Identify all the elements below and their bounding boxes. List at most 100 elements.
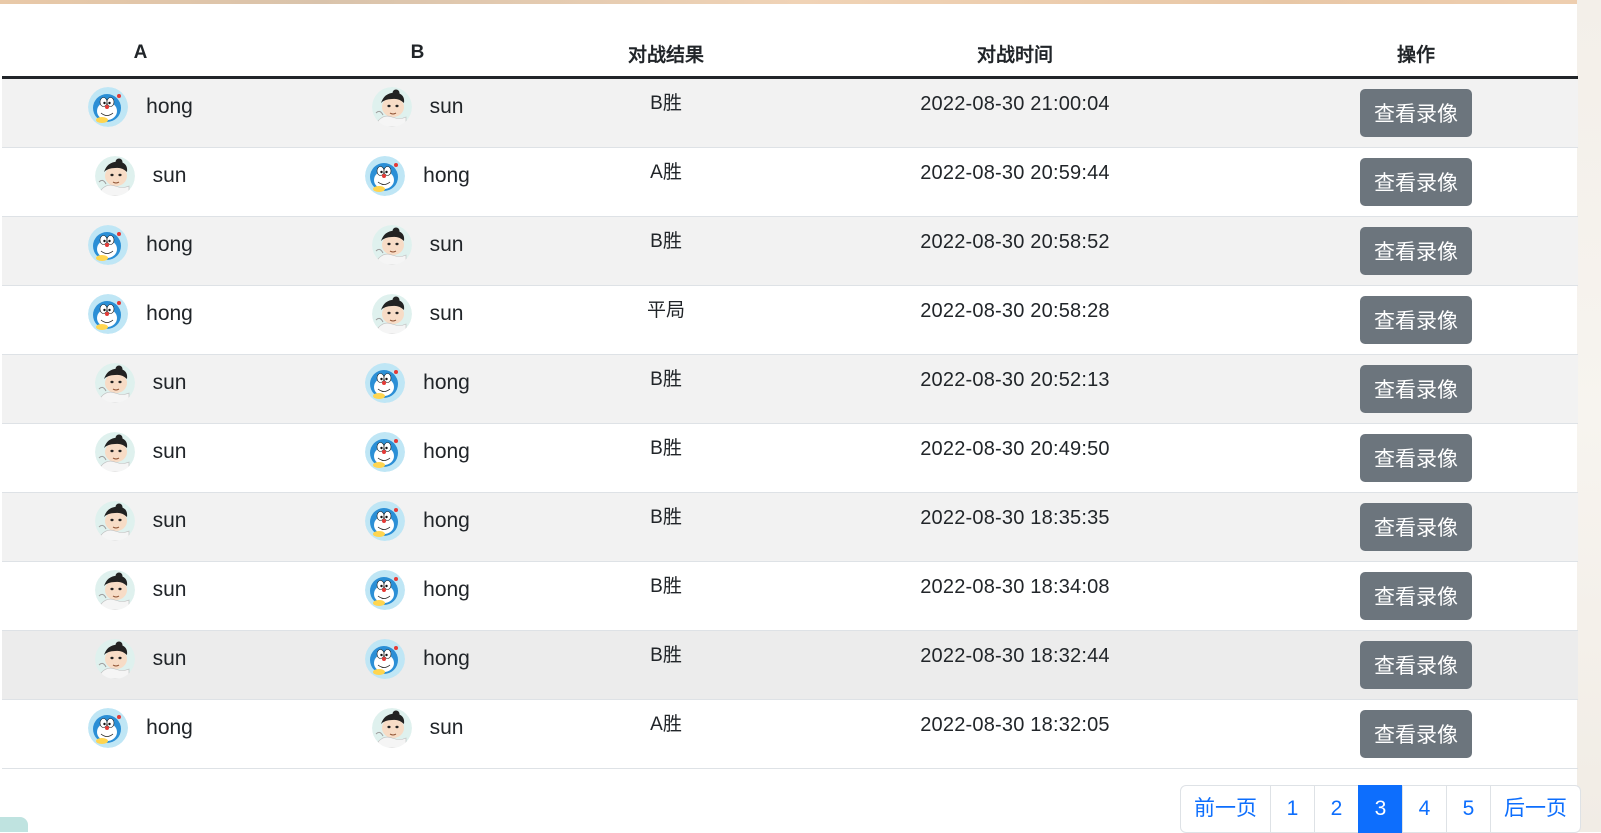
boy-avatar xyxy=(94,570,135,610)
player-a: sun xyxy=(2,639,279,679)
view-replay-button[interactable]: 查看录像 xyxy=(1360,365,1472,413)
view-replay-button[interactable]: 查看录像 xyxy=(1360,641,1472,689)
pagination: 前一页 1 2 3 4 5 后一页 xyxy=(1180,785,1581,833)
table-header-row: A B 对战结果 对战时间 操作 xyxy=(2,30,1578,79)
action-cell: 查看录像 xyxy=(1254,354,1578,424)
view-replay-button[interactable]: 查看录像 xyxy=(1360,710,1472,758)
table-row: hong sun B胜 2022-08-30 21:00:04 查看录像 xyxy=(2,77,1578,148)
time-cell: 2022-08-30 20:52:13 xyxy=(776,354,1254,424)
player-b-cell: sun xyxy=(279,285,556,355)
player-b-cell: sun xyxy=(279,216,556,286)
view-replay-button[interactable]: 查看录像 xyxy=(1360,227,1472,275)
battle-time: 2022-08-30 20:49:50 xyxy=(920,438,1110,460)
battle-time: 2022-08-30 20:58:52 xyxy=(920,231,1110,253)
page-3-button[interactable]: 3 xyxy=(1358,785,1403,833)
view-replay-button[interactable]: 查看录像 xyxy=(1360,89,1472,137)
player-b-name: hong xyxy=(423,440,470,463)
battle-result: B胜 xyxy=(650,576,682,597)
player-a-cell: sun xyxy=(2,147,279,217)
table-row: sun hong A胜 2022-08-30 20:59:44 查看录像 xyxy=(2,147,1578,217)
result-cell: B胜 xyxy=(556,423,776,493)
view-replay-button[interactable]: 查看录像 xyxy=(1360,503,1472,551)
table-row: sun hong B胜 2022-08-30 18:34:08 查看录像 xyxy=(2,561,1578,631)
player-a-name: sun xyxy=(152,647,187,670)
result-cell: B胜 xyxy=(556,630,776,700)
doraemon-avatar xyxy=(88,225,129,265)
column-header-action: 操作 xyxy=(1254,30,1578,79)
player-b: sun xyxy=(279,708,556,748)
player-a-cell: sun xyxy=(2,492,279,562)
player-b-name: hong xyxy=(423,647,470,670)
player-b-name: sun xyxy=(429,302,464,325)
doraemon-avatar xyxy=(88,87,129,127)
time-cell: 2022-08-30 18:32:05 xyxy=(776,699,1254,769)
records-card: A B 对战结果 对战时间 操作 hong sun B胜 2022-08-30 21:… xyxy=(0,4,1581,833)
action-cell: 查看录像 xyxy=(1254,285,1578,355)
player-b: hong xyxy=(279,363,556,403)
battle-result: B胜 xyxy=(650,231,682,252)
table-row: hong sun B胜 2022-08-30 20:58:52 查看录像 xyxy=(2,216,1578,286)
battle-result: B胜 xyxy=(650,645,682,666)
battle-result: B胜 xyxy=(650,438,682,459)
action-cell: 查看录像 xyxy=(1254,423,1578,493)
player-a: hong xyxy=(2,87,279,127)
result-cell: 平局 xyxy=(556,285,776,355)
player-b-cell: hong xyxy=(279,630,556,700)
player-b: hong xyxy=(279,432,556,472)
column-header-b: B xyxy=(279,30,556,79)
battle-time: 2022-08-30 20:58:28 xyxy=(920,300,1110,322)
player-b-cell: hong xyxy=(279,492,556,562)
player-b-name: hong xyxy=(423,578,470,601)
player-a-name: sun xyxy=(152,440,187,463)
player-b: hong xyxy=(279,639,556,679)
battle-result: B胜 xyxy=(650,507,682,528)
player-a: sun xyxy=(2,156,279,196)
doraemon-avatar xyxy=(365,501,406,541)
view-replay-button[interactable]: 查看录像 xyxy=(1360,572,1472,620)
doraemon-avatar xyxy=(365,156,406,196)
result-cell: A胜 xyxy=(556,699,776,769)
player-b: hong xyxy=(279,570,556,610)
table-row: sun hong B胜 2022-08-30 20:52:13 查看录像 xyxy=(2,354,1578,424)
boy-avatar xyxy=(371,708,412,748)
page-5-button[interactable]: 5 xyxy=(1446,785,1491,833)
boy-avatar xyxy=(94,639,135,679)
doraemon-avatar xyxy=(365,363,406,403)
view-replay-button[interactable]: 查看录像 xyxy=(1360,296,1472,344)
time-cell: 2022-08-30 20:59:44 xyxy=(776,147,1254,217)
player-a: hong xyxy=(2,225,279,265)
battle-result: B胜 xyxy=(650,369,682,390)
player-a-cell: sun xyxy=(2,561,279,631)
action-cell: 查看录像 xyxy=(1254,147,1578,217)
table-row: sun hong B胜 2022-08-30 18:35:35 查看录像 xyxy=(2,492,1578,562)
table-row: sun hong B胜 2022-08-30 20:49:50 查看录像 xyxy=(2,423,1578,493)
boy-avatar xyxy=(371,294,412,334)
boy-avatar xyxy=(371,225,412,265)
player-b-cell: hong xyxy=(279,561,556,631)
battle-time: 2022-08-30 18:34:08 xyxy=(920,576,1110,598)
battle-result: A胜 xyxy=(650,162,682,183)
player-a-name: hong xyxy=(146,233,193,256)
player-b-cell: hong xyxy=(279,423,556,493)
player-a-cell: hong xyxy=(2,699,279,769)
player-a-cell: hong xyxy=(2,216,279,286)
battle-records-table: A B 对战结果 对战时间 操作 hong sun B胜 2022-08-30 21:… xyxy=(2,30,1578,769)
player-a: sun xyxy=(2,363,279,403)
battle-result: B胜 xyxy=(650,93,682,114)
page-4-button[interactable]: 4 xyxy=(1402,785,1447,833)
page-1-button[interactable]: 1 xyxy=(1270,785,1315,833)
player-a-name: sun xyxy=(152,371,187,394)
prev-page-button[interactable]: 前一页 xyxy=(1180,785,1271,833)
view-replay-button[interactable]: 查看录像 xyxy=(1360,158,1472,206)
time-cell: 2022-08-30 18:32:44 xyxy=(776,630,1254,700)
view-replay-button[interactable]: 查看录像 xyxy=(1360,434,1472,482)
next-page-button[interactable]: 后一页 xyxy=(1490,785,1581,833)
time-cell: 2022-08-30 20:58:28 xyxy=(776,285,1254,355)
player-a-name: sun xyxy=(152,164,187,187)
page-2-button[interactable]: 2 xyxy=(1314,785,1359,833)
time-cell: 2022-08-30 18:34:08 xyxy=(776,561,1254,631)
action-cell: 查看录像 xyxy=(1254,492,1578,562)
corner-widget xyxy=(0,817,28,832)
column-header-a: A xyxy=(2,30,279,79)
table-row: hong sun 平局 2022-08-30 20:58:28 查看录像 xyxy=(2,285,1578,355)
